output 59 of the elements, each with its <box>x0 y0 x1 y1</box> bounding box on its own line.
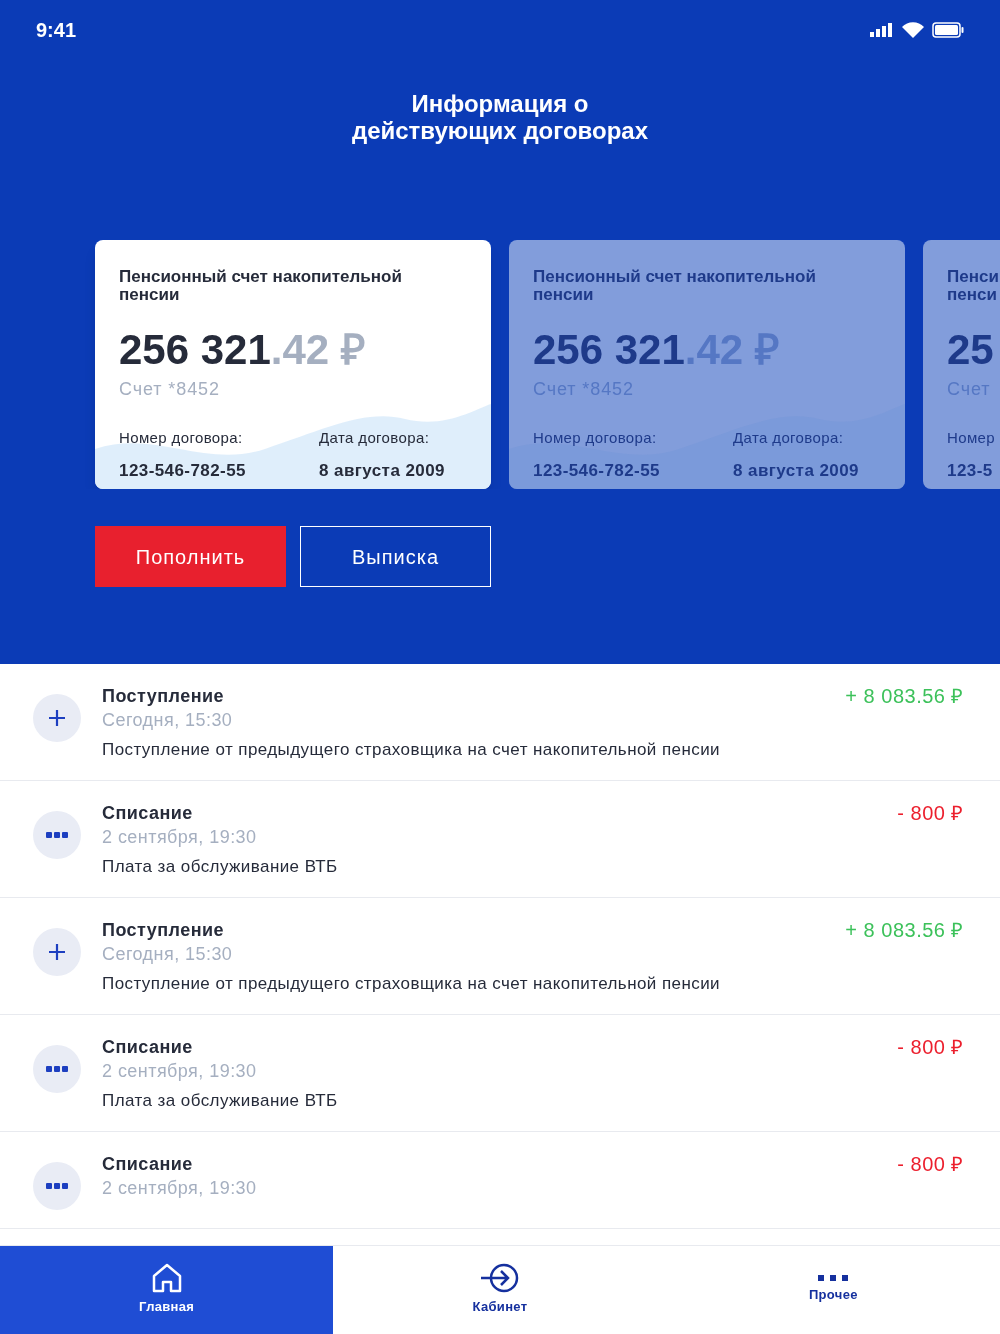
dots-icon <box>46 832 68 838</box>
contract-label: Номер договора: <box>533 428 658 448</box>
wifi-icon <box>902 22 924 38</box>
transaction-title: Списание <box>102 802 193 825</box>
contract-label: Номер <box>947 428 997 448</box>
tab-bar-item[interactable]: Прочее <box>666 1246 1000 1334</box>
transaction-row[interactable]: Поступление + 8 083.56 ₽ Сегодня, 15:30 Поступление от предыдущего страховщика на счет накопительной пенсии <box>0 898 1000 1015</box>
transaction-time: Сегодня, 15:30 <box>102 943 234 966</box>
transaction-time: 2 сентября, 19:30 <box>102 1177 258 1200</box>
contract-number: 123-546-782-55 <box>533 459 661 482</box>
signal-icon <box>870 23 894 37</box>
transaction-row[interactable]: Списание - 800 ₽ 2 сентября, 19:30 <box>0 1132 1000 1229</box>
transaction-amount: - 800 ₽ <box>897 1035 964 1059</box>
transaction-description: Плата за обслуживание ВТБ <box>102 1090 339 1112</box>
battery-icon <box>932 22 964 38</box>
status-time: 9:41 <box>36 18 77 43</box>
contract-date-label: Дата договора: <box>319 428 431 448</box>
transaction-time: 2 сентября, 19:30 <box>102 1060 258 1083</box>
login-icon <box>480 1263 520 1294</box>
home-icon <box>150 1263 183 1294</box>
more-icon <box>818 1275 849 1282</box>
transaction-title: Списание <box>102 1153 193 1176</box>
top-up-button[interactable]: Пополнить <box>95 526 286 587</box>
transaction-row[interactable]: Поступление + 8 083.56 ₽ Сегодня, 15:30 Поступление от предыдущего страховщика на счет накопительной пенсии <box>0 664 1000 781</box>
transaction-description: Поступление от предыдущего страховщика на счет накопительной пенсии <box>102 739 721 761</box>
account-number: Счет *8452 <box>119 378 221 401</box>
transaction-amount: - 800 ₽ <box>897 1152 964 1176</box>
transaction-title: Поступление <box>102 685 224 708</box>
plus-icon <box>48 943 66 961</box>
transaction-amount: - 800 ₽ <box>897 801 964 825</box>
dots-icon <box>46 1066 68 1072</box>
transaction-amount: + 8 083.56 ₽ <box>845 918 964 942</box>
contract-date: 8 августа 2009 <box>733 459 859 482</box>
plus-icon <box>48 709 66 727</box>
transaction-time: 2 сентября, 19:30 <box>102 826 258 849</box>
account-card[interactable]: Пенсионный счет накопительной пенсии 256 321.42 ₽ Счет *8452 Номер договора: 123-546-782-55 Дата договора: 8 августа 2009 <box>95 240 491 489</box>
contract-date-label: Дата договора: <box>733 428 845 448</box>
transaction-row[interactable]: Списание - 800 ₽ 2 сентября, 19:30 Плата за обслуживание ВТБ <box>0 1015 1000 1132</box>
tab-bar-item[interactable]: Главная <box>0 1246 334 1334</box>
contract-date: 8 августа 2009 <box>319 459 445 482</box>
balance-amount: 256 321.42 ₽ <box>119 328 366 372</box>
transaction-row[interactable]: Списание - 800 ₽ 2 сентября, 19:30 Плата за обслуживание ВТБ <box>0 781 1000 898</box>
tab-bar-item[interactable]: Кабинет <box>333 1246 667 1334</box>
transaction-amount: + 8 083.56 ₽ <box>845 684 964 708</box>
balance-amount: 25 <box>947 328 995 372</box>
statement-button[interactable]: Выписка <box>300 526 491 587</box>
transaction-title: Списание <box>102 1036 193 1059</box>
card-title: Пенсионный счет накопительной пенсии <box>119 268 403 304</box>
contract-number: 123-5 <box>947 459 994 482</box>
transaction-title: Поступление <box>102 919 224 942</box>
contract-number: 123-546-782-55 <box>119 459 247 482</box>
card-title: Пенси пенси <box>947 268 1000 304</box>
page-title: Информация о действующих договорах <box>350 90 650 144</box>
dots-icon <box>46 1183 68 1189</box>
card-title: Пенсионный счет накопительной пенсии <box>533 268 817 304</box>
contract-label: Номер договора: <box>119 428 244 448</box>
transaction-description: Плата за обслуживание ВТБ <box>102 856 339 878</box>
transaction-description: Поступление от предыдущего страховщика на счет накопительной пенсии <box>102 973 721 995</box>
transaction-time: Сегодня, 15:30 <box>102 709 234 732</box>
